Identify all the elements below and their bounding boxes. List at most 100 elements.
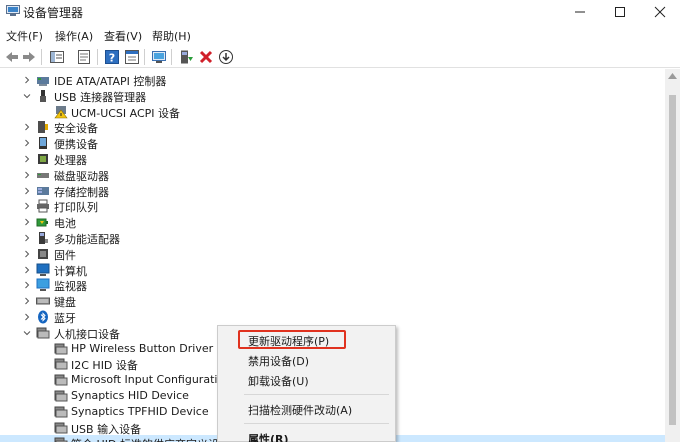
tree-row-label: I2C HID 设备	[71, 359, 138, 372]
disk-drive-icon	[37, 173, 49, 178]
bluetooth-icon	[38, 310, 48, 324]
hid-device-icon	[54, 437, 68, 442]
toolbar-separator	[144, 49, 145, 65]
menu-action[interactable]: 操作(A)	[55, 28, 93, 44]
title-bar: 设备管理器	[0, 0, 680, 24]
menu-file[interactable]: 文件(F)	[6, 28, 43, 44]
tree-row[interactable]: 计算机	[0, 262, 665, 278]
chevron-right-icon[interactable]	[22, 312, 32, 322]
chevron-right-icon[interactable]	[22, 280, 32, 290]
chevron-right-icon[interactable]	[22, 122, 32, 132]
hid-icon	[36, 327, 50, 339]
scrollbar-thumb[interactable]	[669, 95, 676, 425]
back-arrow-icon[interactable]	[4, 49, 20, 65]
context-menu-item-label: 属性(R)	[248, 433, 289, 442]
chevron-right-icon[interactable]	[22, 217, 32, 227]
chevron-right-icon[interactable]	[22, 233, 32, 243]
security-device-icon	[38, 121, 48, 133]
tree-row-label: Synaptics TPFHID Device	[71, 405, 209, 418]
context-menu-item[interactable]: 扫描检测硬件改动(A)	[218, 399, 395, 419]
keyboard-icon	[36, 297, 50, 305]
chevron-right-icon[interactable]	[22, 265, 32, 275]
tree-row[interactable]: IDE ATA/ATAPI 控制器	[0, 72, 665, 88]
tree-row[interactable]: 蓝牙	[0, 309, 665, 325]
context-menu-item[interactable]: 更新驱动程序(P)	[218, 330, 395, 350]
tree-row-label: 便携设备	[54, 138, 98, 151]
minimize-button[interactable]	[560, 0, 600, 24]
toolbar-separator	[171, 49, 172, 65]
toolbar-separator	[41, 49, 42, 65]
hid-device-icon	[54, 390, 68, 402]
chevron-right-icon[interactable]	[22, 154, 32, 164]
hid-device-icon	[54, 343, 68, 355]
show-hide-tree-icon[interactable]	[49, 49, 65, 65]
maximize-button[interactable]	[600, 0, 640, 24]
tree-row-label: 人机接口设备	[54, 328, 120, 341]
tree-row[interactable]: UCM-UCSI ACPI 设备	[0, 104, 665, 120]
hid-device-icon	[54, 358, 68, 370]
printer-icon	[37, 199, 49, 213]
tree-row-label: Synaptics HID Device	[71, 389, 189, 402]
processor-icon	[38, 154, 48, 164]
forward-arrow-icon[interactable]	[21, 49, 37, 65]
chevron-right-icon[interactable]	[22, 249, 32, 259]
scan-hardware-icon[interactable]	[151, 49, 167, 65]
vertical-scrollbar[interactable]	[665, 69, 680, 442]
tree-row[interactable]: 存储控制器	[0, 183, 665, 199]
context-menu-item[interactable]: 属性(R)	[218, 428, 395, 442]
chevron-down-icon[interactable]	[22, 91, 32, 101]
context-menu-item[interactable]: 禁用设备(D)	[218, 350, 395, 370]
multifunction-adapter-icon	[39, 232, 48, 244]
scroll-up-icon[interactable]	[668, 73, 677, 79]
warning-device-icon	[54, 106, 68, 119]
firmware-icon	[38, 249, 48, 259]
context-menu-separator	[244, 394, 389, 395]
chevron-right-icon[interactable]	[22, 75, 32, 85]
download-arrow-icon[interactable]	[218, 49, 234, 65]
context-menu-item[interactable]: 卸载设备(U)	[218, 370, 395, 390]
tree-row[interactable]: 打印队列	[0, 198, 665, 214]
tree-row[interactable]: 处理器	[0, 151, 665, 167]
close-icon	[654, 6, 666, 18]
portable-device-icon	[39, 137, 47, 149]
svg-text:?: ?	[109, 52, 115, 65]
action-pane-icon[interactable]	[124, 49, 140, 65]
chevron-right-icon[interactable]	[22, 138, 32, 148]
tree-row-label: 磁盘驱动器	[54, 170, 109, 183]
tree-row[interactable]: 固件	[0, 246, 665, 262]
computer-icon	[36, 263, 50, 276]
minimize-icon	[575, 11, 585, 13]
tree-row-label: 电池	[54, 217, 76, 230]
update-driver-icon[interactable]	[178, 49, 194, 65]
uninstall-x-icon[interactable]	[198, 49, 214, 65]
tree-row[interactable]: 便携设备	[0, 135, 665, 151]
storage-controller-icon	[37, 187, 49, 195]
context-menu-item-label: 禁用设备(D)	[248, 355, 310, 368]
tree-row[interactable]: 多功能适配器	[0, 230, 665, 246]
chevron-right-icon[interactable]	[22, 170, 32, 180]
properties-icon[interactable]	[76, 49, 92, 65]
chevron-right-icon[interactable]	[22, 186, 32, 196]
tree-row-label: 监视器	[54, 280, 87, 293]
tree-row[interactable]: 键盘	[0, 293, 665, 309]
hid-device-icon	[54, 374, 68, 386]
toolbar: ?	[0, 46, 680, 68]
close-button[interactable]	[640, 0, 680, 24]
tree-row-label: 蓝牙	[54, 312, 76, 325]
tree-row[interactable]: 电池	[0, 214, 665, 230]
chevron-right-icon[interactable]	[22, 201, 32, 211]
tree-row-label: IDE ATA/ATAPI 控制器	[54, 75, 167, 88]
context-menu-item-label: 扫描检测硬件改动(A)	[248, 404, 353, 417]
tree-row[interactable]: USB 连接器管理器	[0, 88, 665, 104]
chevron-down-icon[interactable]	[22, 328, 32, 338]
hid-device-icon	[54, 406, 68, 418]
tree-row[interactable]: 安全设备	[0, 119, 665, 135]
maximize-icon	[615, 7, 625, 17]
window-title: 设备管理器	[23, 6, 84, 20]
chevron-right-icon[interactable]	[22, 296, 32, 306]
help-icon[interactable]: ?	[104, 49, 120, 65]
tree-row[interactable]: 磁盘驱动器	[0, 167, 665, 183]
menu-help[interactable]: 帮助(H)	[152, 28, 191, 44]
menu-view[interactable]: 查看(V)	[104, 28, 142, 44]
tree-row[interactable]: 监视器	[0, 277, 665, 293]
